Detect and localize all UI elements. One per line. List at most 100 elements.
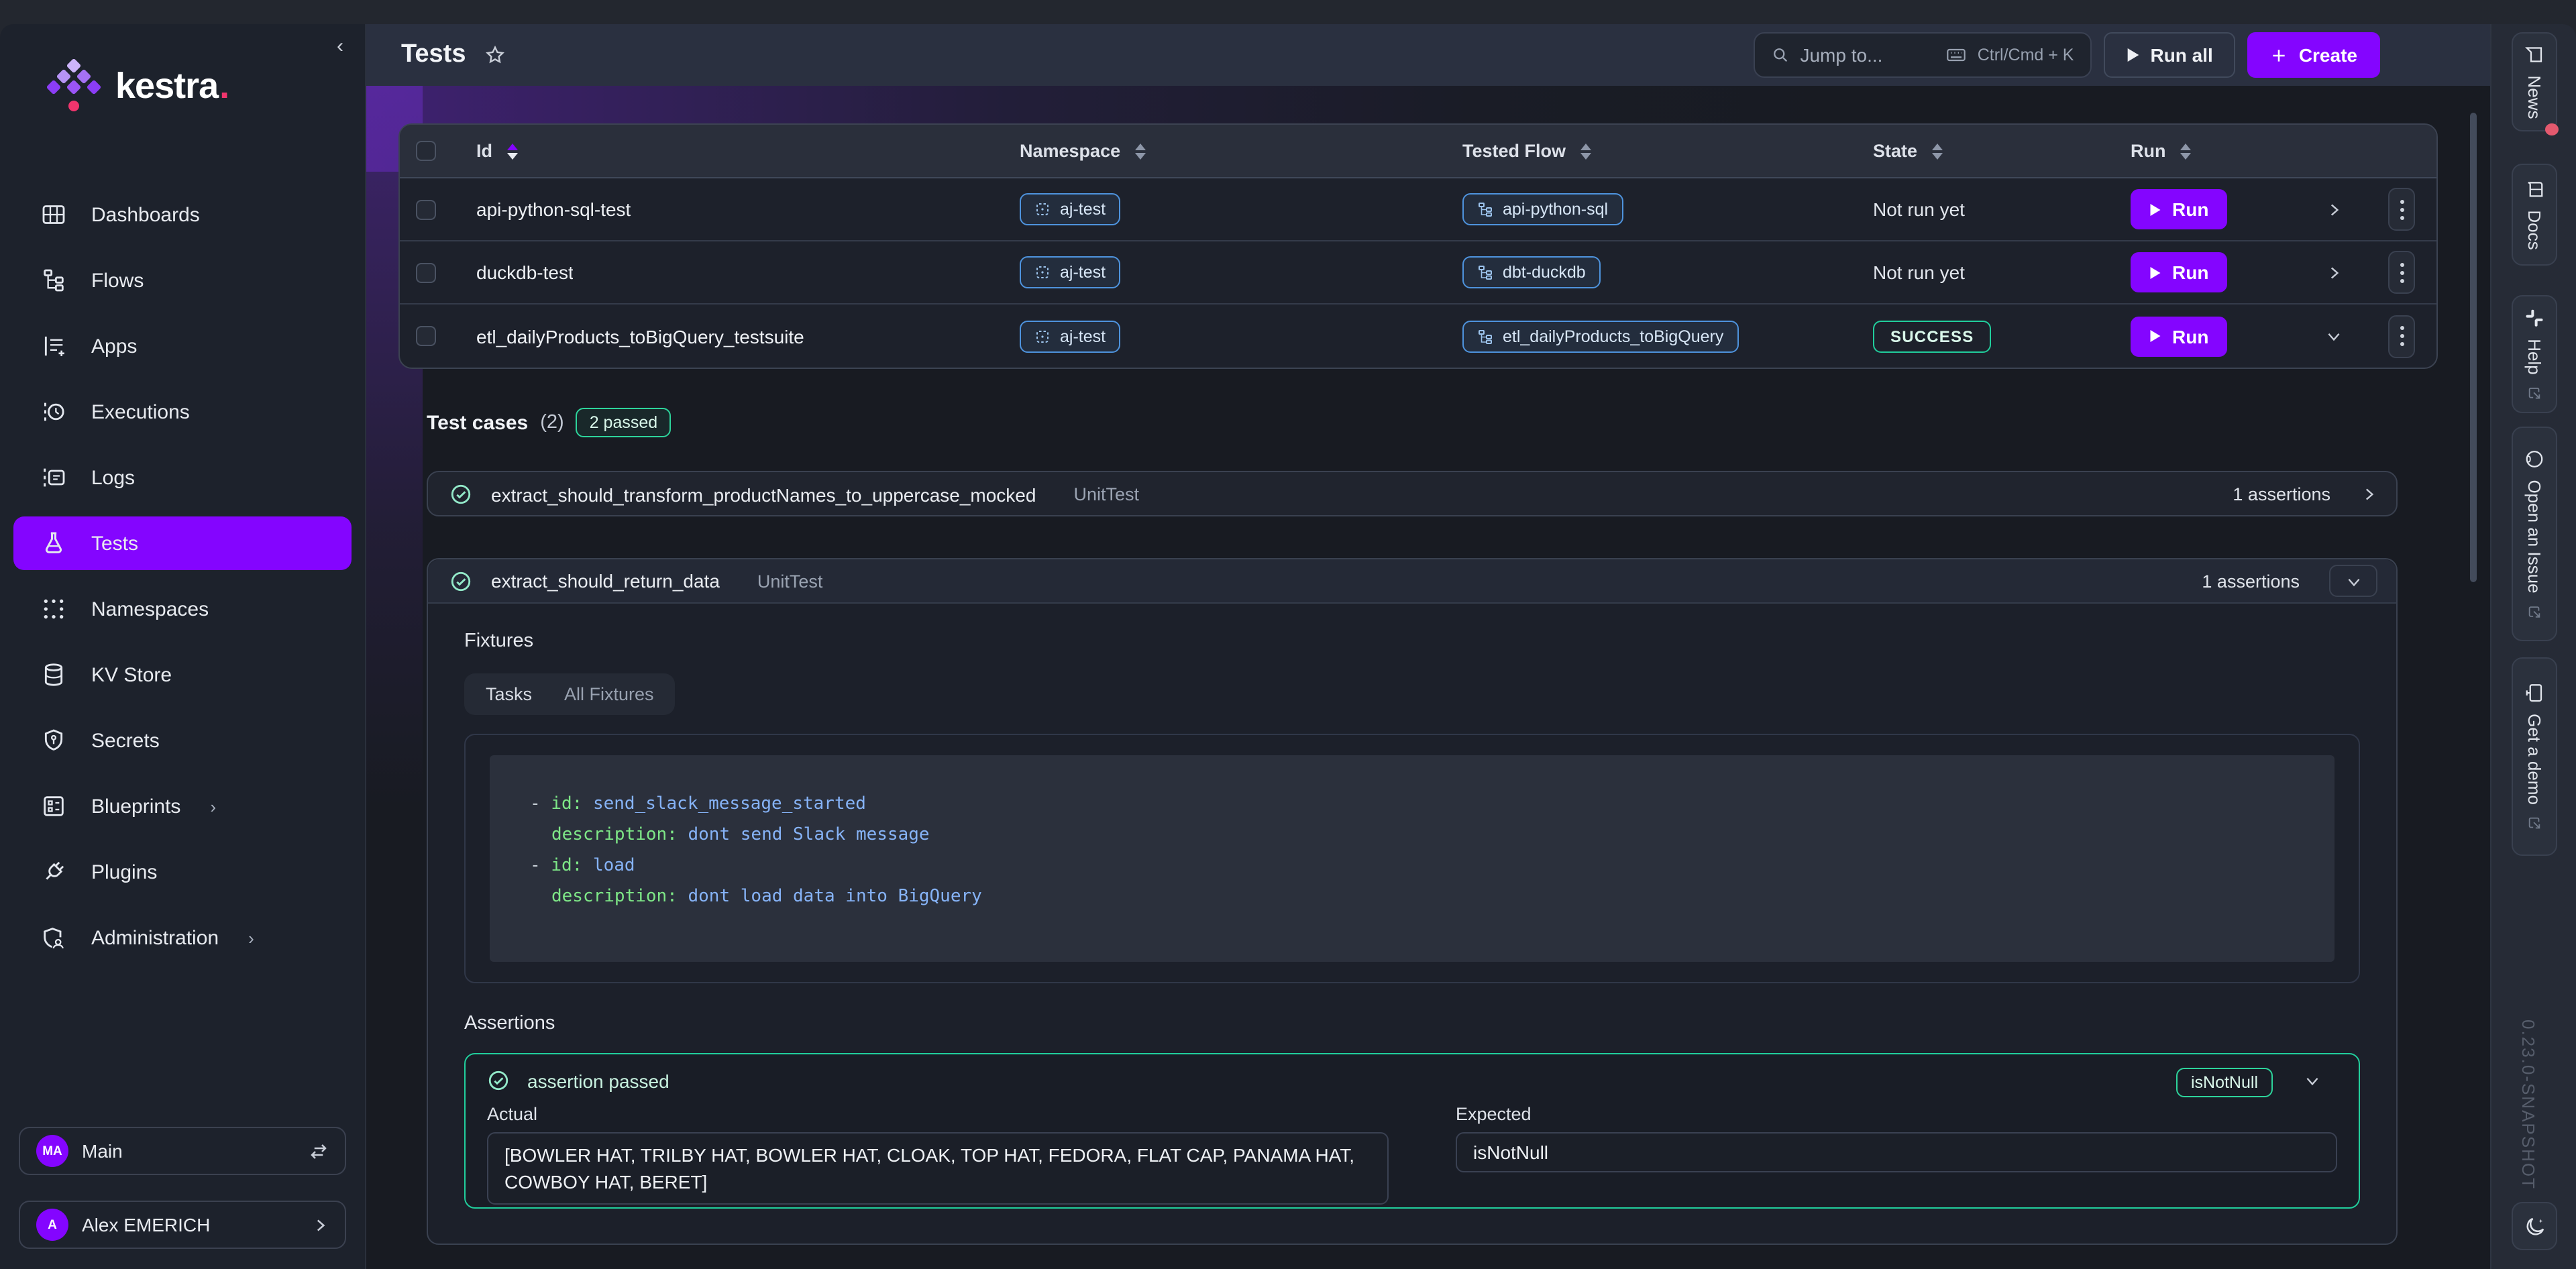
page-title: Tests xyxy=(401,40,466,70)
sort-id-icon[interactable] xyxy=(507,143,518,159)
column-run[interactable]: Run xyxy=(2131,141,2166,161)
get-demo-button[interactable]: Get a demo xyxy=(2512,657,2557,856)
sort-run-icon[interactable] xyxy=(2181,143,2192,159)
sidebar-menu: Dashboards Flows Apps Executions Logs xyxy=(0,188,365,977)
sidebar-collapse-icon[interactable]: ‹ xyxy=(337,35,343,58)
row-checkbox[interactable] xyxy=(416,326,436,346)
table-row-expanded[interactable]: etl_dailyProducts_toBigQuery_testsuite a… xyxy=(400,305,2436,368)
administration-icon xyxy=(40,924,67,951)
select-all-checkbox[interactable] xyxy=(416,141,436,161)
collapse-row-chevron[interactable] xyxy=(2296,327,2355,345)
column-id[interactable]: Id xyxy=(476,141,492,161)
table-row[interactable]: duckdb-test aj-test dbt-duckdb Not run y… xyxy=(400,241,2436,305)
flow-chip[interactable]: api-python-sql xyxy=(1462,193,1623,225)
run-button[interactable]: Run xyxy=(2131,252,2227,292)
help-button[interactable]: Help xyxy=(2512,295,2557,413)
docs-button[interactable]: Docs xyxy=(2512,164,2557,266)
state-success-badge: SUCCESS xyxy=(1873,320,1991,352)
play-icon xyxy=(2149,265,2161,280)
user-avatar: A xyxy=(36,1209,68,1241)
sidebar-item-secrets[interactable]: Secrets xyxy=(13,714,352,767)
tab-all-fixtures[interactable]: All Fixtures xyxy=(564,684,654,704)
row-checkbox[interactable] xyxy=(416,199,436,219)
flow-chip[interactable]: dbt-duckdb xyxy=(1462,256,1601,288)
create-label: Create xyxy=(2299,44,2357,66)
column-namespace[interactable]: Namespace xyxy=(1020,141,1120,161)
secrets-shield-icon xyxy=(40,727,67,754)
sort-tested-flow-icon[interactable] xyxy=(1580,143,1591,159)
jump-to-search[interactable]: Jump to... Ctrl/Cmd + K xyxy=(1753,32,2091,78)
namespace-chip[interactable]: aj-test xyxy=(1020,320,1120,352)
expected-value-field[interactable]: isNotNull xyxy=(1456,1132,2337,1172)
table-row[interactable]: api-python-sql-test aj-test api-python-s… xyxy=(400,178,2436,241)
sidebar-item-namespaces[interactable]: Namespaces xyxy=(13,582,352,636)
external-link-icon xyxy=(2527,386,2542,400)
namespace-chip[interactable]: aj-test xyxy=(1020,256,1120,288)
collapse-assertion-chevron[interactable] xyxy=(2304,1072,2321,1089)
sidebar-item-label: Executions xyxy=(91,400,190,423)
collapse-case-chevron[interactable] xyxy=(2329,565,2377,597)
run-all-button[interactable]: Run all xyxy=(2103,32,2235,78)
namespace-chip[interactable]: aj-test xyxy=(1020,193,1120,225)
column-tested-flow[interactable]: Tested Flow xyxy=(1462,141,1566,161)
user-menu[interactable]: A Alex EMERICH xyxy=(19,1201,346,1249)
chevron-right-icon: › xyxy=(248,928,254,948)
docs-book-icon xyxy=(2524,179,2544,199)
blueprints-icon xyxy=(40,793,67,820)
row-menu-kebab[interactable] xyxy=(2388,315,2415,357)
docs-label: Docs xyxy=(2524,210,2544,250)
namespaces-icon xyxy=(40,596,67,622)
sidebar-item-apps[interactable]: Apps xyxy=(13,319,352,373)
content-scrollbar[interactable] xyxy=(2470,113,2477,582)
create-button[interactable]: Create xyxy=(2248,32,2380,78)
run-button[interactable]: Run xyxy=(2131,189,2227,229)
sidebar-item-administration[interactable]: Administration › xyxy=(13,911,352,964)
state-text: Not run yet xyxy=(1873,262,1965,283)
sidebar-item-kv-store[interactable]: KV Store xyxy=(13,648,352,702)
run-button-label: Run xyxy=(2172,199,2208,220)
test-cases-count: (2) xyxy=(540,412,564,433)
search-shortcut: Ctrl/Cmd + K xyxy=(1978,46,2074,64)
tenant-switcher[interactable]: MA Main xyxy=(19,1127,346,1175)
actual-value-field[interactable]: [BOWLER HAT, TRILBY HAT, BOWLER HAT, CLO… xyxy=(487,1132,1389,1205)
plugins-icon xyxy=(40,859,67,885)
run-button[interactable]: Run xyxy=(2131,316,2227,356)
tenant-name: Main xyxy=(82,1140,295,1162)
test-case-header[interactable]: extract_should_transform_productNames_to… xyxy=(428,472,2396,516)
tab-tasks[interactable]: Tasks xyxy=(486,684,532,704)
sidebar-item-plugins[interactable]: Plugins xyxy=(13,845,352,899)
plus-icon xyxy=(2271,46,2288,64)
kestra-logo[interactable]: kestra. xyxy=(0,24,365,113)
expand-row-chevron[interactable] xyxy=(2296,201,2355,218)
sidebar-item-executions[interactable]: Executions xyxy=(13,385,352,439)
yaml-code-block[interactable]: - id: send_slack_message_started descrip… xyxy=(490,755,2334,962)
sidebar-item-dashboards[interactable]: Dashboards xyxy=(13,188,352,241)
expand-row-chevron[interactable] xyxy=(2296,264,2355,281)
logs-icon xyxy=(40,464,67,491)
favorite-star-icon[interactable] xyxy=(484,44,506,66)
news-button[interactable]: News xyxy=(2512,32,2557,131)
sidebar-item-flows[interactable]: Flows xyxy=(13,254,352,307)
column-state[interactable]: State xyxy=(1873,141,1917,161)
row-menu-kebab[interactable] xyxy=(2388,251,2415,294)
github-icon xyxy=(2524,449,2544,469)
row-menu-kebab[interactable] xyxy=(2388,188,2415,231)
sidebar-item-tests[interactable]: Tests xyxy=(13,516,352,570)
sort-state-icon[interactable] xyxy=(1932,143,1943,159)
flow-chip[interactable]: etl_dailyProducts_toBigQuery xyxy=(1462,320,1738,352)
help-label: Help xyxy=(2524,339,2544,375)
logo-dot: . xyxy=(219,65,229,105)
sidebar-item-blueprints[interactable]: Blueprints › xyxy=(13,779,352,833)
executions-icon xyxy=(40,398,67,425)
theme-toggle-button[interactable] xyxy=(2512,1202,2557,1250)
play-icon xyxy=(2126,47,2139,63)
row-checkbox[interactable] xyxy=(416,262,436,282)
open-issue-button[interactable]: Open an Issue xyxy=(2512,427,2557,641)
flow-chip-icon xyxy=(1477,201,1493,217)
apps-icon xyxy=(40,333,67,360)
play-icon xyxy=(2149,202,2161,217)
expand-case-chevron[interactable] xyxy=(2360,486,2377,503)
sort-namespace-icon[interactable] xyxy=(1135,143,1146,159)
sidebar-item-logs[interactable]: Logs xyxy=(13,451,352,504)
test-case-header[interactable]: extract_should_return_data UnitTest 1 as… xyxy=(428,559,2396,604)
